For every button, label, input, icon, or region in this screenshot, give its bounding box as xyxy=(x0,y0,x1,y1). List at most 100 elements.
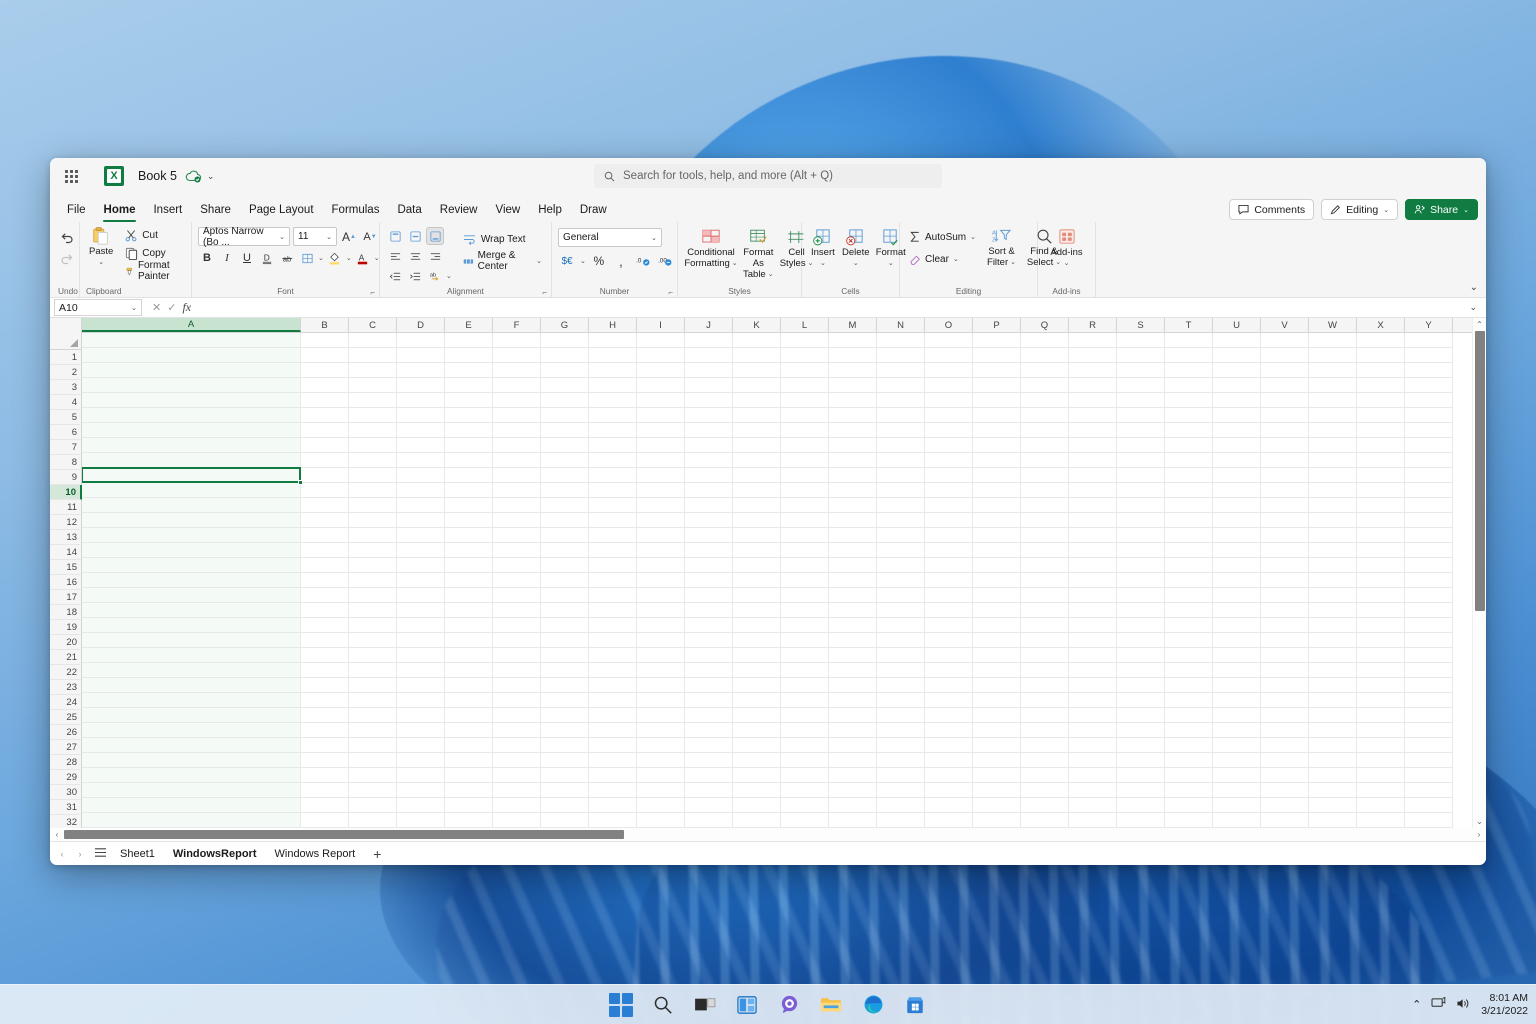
cell-M7[interactable] xyxy=(829,423,877,438)
cell-A19[interactable] xyxy=(82,603,301,618)
cell-U7[interactable] xyxy=(1213,423,1261,438)
cell-N5[interactable] xyxy=(877,393,925,408)
cell-J12[interactable] xyxy=(685,498,733,513)
cell-X13[interactable] xyxy=(1357,513,1405,528)
cell-E4[interactable] xyxy=(445,378,493,393)
cell-C16[interactable] xyxy=(349,558,397,573)
cell-O14[interactable] xyxy=(925,528,973,543)
cell-J5[interactable] xyxy=(685,393,733,408)
cell-Y32[interactable] xyxy=(1405,798,1453,813)
cell-V29[interactable] xyxy=(1261,753,1309,768)
cell-K31[interactable] xyxy=(733,783,781,798)
paste-button[interactable]: Paste ⌄ xyxy=(86,225,116,269)
cell-P5[interactable] xyxy=(973,393,1021,408)
cell-G20[interactable] xyxy=(541,618,589,633)
row-header-11[interactable]: 11 xyxy=(50,500,82,515)
cell-A6[interactable] xyxy=(82,408,301,423)
row-header-13[interactable]: 13 xyxy=(50,530,82,545)
cell-X18[interactable] xyxy=(1357,588,1405,603)
cell-J14[interactable] xyxy=(685,528,733,543)
cell-F13[interactable] xyxy=(493,513,541,528)
cell-W18[interactable] xyxy=(1309,588,1357,603)
cell-V16[interactable] xyxy=(1261,558,1309,573)
cell-P8[interactable] xyxy=(973,438,1021,453)
cell-E2[interactable] xyxy=(445,348,493,363)
cell-U12[interactable] xyxy=(1213,498,1261,513)
cell-I19[interactable] xyxy=(637,603,685,618)
cell-R16[interactable] xyxy=(1069,558,1117,573)
cell-Y10[interactable] xyxy=(1405,468,1453,483)
cell-L5[interactable] xyxy=(781,393,829,408)
cell-P12[interactable] xyxy=(973,498,1021,513)
file-explorer-icon[interactable] xyxy=(819,993,843,1017)
cell-W30[interactable] xyxy=(1309,768,1357,783)
cell-N20[interactable] xyxy=(877,618,925,633)
cell-D8[interactable] xyxy=(397,438,445,453)
cell-A16[interactable] xyxy=(82,558,301,573)
cell-N21[interactable] xyxy=(877,633,925,648)
cell-V5[interactable] xyxy=(1261,393,1309,408)
cell-U13[interactable] xyxy=(1213,513,1261,528)
cell-W32[interactable] xyxy=(1309,798,1357,813)
cell-D22[interactable] xyxy=(397,648,445,663)
cell-N1[interactable] xyxy=(877,333,925,348)
cell-D11[interactable] xyxy=(397,483,445,498)
decrease-decimal-icon[interactable]: .00 xyxy=(656,252,674,270)
cell-C22[interactable] xyxy=(349,648,397,663)
cell-U16[interactable] xyxy=(1213,558,1261,573)
cell-R17[interactable] xyxy=(1069,573,1117,588)
cell-I29[interactable] xyxy=(637,753,685,768)
column-header-t[interactable]: T xyxy=(1165,318,1213,332)
cell-A17[interactable] xyxy=(82,573,301,588)
cell-U21[interactable] xyxy=(1213,633,1261,648)
number-format-select[interactable]: General ⌄ xyxy=(558,228,662,247)
cell-A23[interactable] xyxy=(82,663,301,678)
cell-P10[interactable] xyxy=(973,468,1021,483)
row-header-7[interactable]: 7 xyxy=(50,440,82,455)
cell-G17[interactable] xyxy=(541,573,589,588)
cell-Q31[interactable] xyxy=(1021,783,1069,798)
cell-P26[interactable] xyxy=(973,708,1021,723)
cell-V1[interactable] xyxy=(1261,333,1309,348)
cell-M23[interactable] xyxy=(829,663,877,678)
cell-Y12[interactable] xyxy=(1405,498,1453,513)
double-underline-icon[interactable]: D xyxy=(258,249,276,267)
cell-O3[interactable] xyxy=(925,363,973,378)
cell-F12[interactable] xyxy=(493,498,541,513)
cell-T24[interactable] xyxy=(1165,678,1213,693)
cell-M12[interactable] xyxy=(829,498,877,513)
cell-T4[interactable] xyxy=(1165,378,1213,393)
row-header-12[interactable]: 12 xyxy=(50,515,82,530)
cell-L13[interactable] xyxy=(781,513,829,528)
cell-K21[interactable] xyxy=(733,633,781,648)
insert-cells-button[interactable]: Insert ⌄ xyxy=(808,227,838,270)
cell-M25[interactable] xyxy=(829,693,877,708)
cell-Q27[interactable] xyxy=(1021,723,1069,738)
widgets-icon[interactable] xyxy=(735,993,759,1017)
cell-B30[interactable] xyxy=(301,768,349,783)
cell-M13[interactable] xyxy=(829,513,877,528)
cell-I31[interactable] xyxy=(637,783,685,798)
cell-G16[interactable] xyxy=(541,558,589,573)
cell-T15[interactable] xyxy=(1165,543,1213,558)
cell-T6[interactable] xyxy=(1165,408,1213,423)
cell-Y7[interactable] xyxy=(1405,423,1453,438)
cell-Y21[interactable] xyxy=(1405,633,1453,648)
cell-G4[interactable] xyxy=(541,378,589,393)
cell-Q17[interactable] xyxy=(1021,573,1069,588)
cell-X9[interactable] xyxy=(1357,453,1405,468)
cell-K25[interactable] xyxy=(733,693,781,708)
cell-C4[interactable] xyxy=(349,378,397,393)
cell-T31[interactable] xyxy=(1165,783,1213,798)
cell-I9[interactable] xyxy=(637,453,685,468)
cell-L14[interactable] xyxy=(781,528,829,543)
cell-S26[interactable] xyxy=(1117,708,1165,723)
cell-Q12[interactable] xyxy=(1021,498,1069,513)
cell-D30[interactable] xyxy=(397,768,445,783)
cell-T19[interactable] xyxy=(1165,603,1213,618)
volume-icon[interactable] xyxy=(1456,997,1471,1013)
cell-Q8[interactable] xyxy=(1021,438,1069,453)
cell-P15[interactable] xyxy=(973,543,1021,558)
cell-C29[interactable] xyxy=(349,753,397,768)
cell-V2[interactable] xyxy=(1261,348,1309,363)
